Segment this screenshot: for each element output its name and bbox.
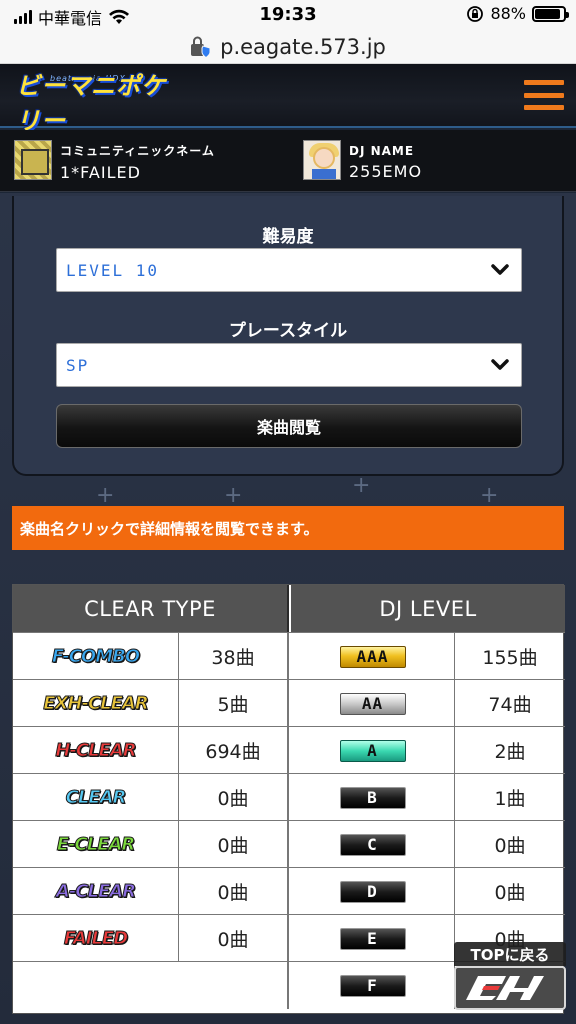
clear-type-cell: EXH-CLEAR — [13, 680, 179, 727]
url-text: p.eagate.573.jp — [220, 34, 386, 59]
dj-name-label: DJ NAME — [349, 143, 415, 158]
dj-level-badge: C — [339, 833, 406, 856]
notice-banner: 楽曲名クリックで詳細情報を閲覧できます。 — [12, 506, 564, 550]
dj-count-cell: 1曲 — [494, 788, 526, 810]
clear-count-cell: 0曲 — [179, 774, 289, 821]
dj-profile: DJ NAME 255EMO — [303, 140, 422, 184]
dj-count-cell: 0曲 — [494, 882, 526, 904]
clear-type-cell: CLEAR — [13, 774, 179, 821]
difficulty-value: LEVEL 10 — [66, 260, 160, 280]
clear-type-label: A-CLEAR — [55, 881, 136, 903]
site-logo[interactable]: beatmania IIDX 28 ビーマニポケリー — [16, 72, 184, 135]
dj-level-cell: A — [291, 727, 455, 774]
play-style-value: SP — [66, 355, 90, 375]
clear-type-header: CLEAR TYPE — [13, 585, 289, 632]
url-bar[interactable]: p.eagate.573.jp — [0, 30, 576, 64]
rotation-lock-icon — [467, 5, 484, 22]
dj-level-badge: AA — [339, 692, 406, 715]
clear-type-cell: F-COMBO — [13, 633, 179, 680]
table-row: E-CLEAR 0曲 C 0曲 — [13, 820, 565, 868]
community-profile: コミュニティニックネーム 1*FAILED — [14, 140, 215, 184]
dj-avatar — [303, 140, 341, 180]
community-value: 1*FAILED — [60, 163, 141, 182]
dj-count-cell: 0曲 — [494, 835, 526, 857]
dj-count-cell: 74曲 — [488, 694, 532, 716]
clear-count-cell: 38曲 — [179, 633, 289, 680]
back-to-top-button[interactable]: TOPに戻る — [454, 942, 566, 1010]
clear-type-label: FAILED — [63, 928, 128, 950]
dj-level-cell: D — [291, 868, 455, 915]
clear-type-cell: E-CLEAR — [13, 821, 179, 868]
filter-panel: 難易度 LEVEL 10 プレースタイル SP 楽曲閲覧 — [12, 196, 564, 476]
dj-level-cell: C — [291, 821, 455, 868]
clear-type-cell — [13, 962, 179, 1009]
status-bar: 中華電信 19:33 88% — [0, 0, 576, 30]
clear-type-label: CLEAR — [65, 787, 127, 809]
community-label: コミュニティニックネーム — [60, 144, 215, 158]
dj-level-header: DJ LEVEL — [291, 585, 565, 632]
play-style-select[interactable]: SP — [56, 343, 522, 387]
browse-songs-button[interactable]: 楽曲閲覧 — [56, 404, 522, 448]
table-row: H-CLEAR 694曲 A 2曲 — [13, 726, 565, 774]
clear-count-cell: 0曲 — [179, 868, 289, 915]
difficulty-label: 難易度 — [262, 227, 314, 247]
clear-type-label: E-CLEAR — [56, 834, 136, 856]
site-mark-icon — [454, 966, 566, 1010]
dj-level-cell: AAA — [291, 633, 455, 680]
clear-count-cell — [179, 962, 289, 1009]
dj-name-value: 255EMO — [349, 161, 423, 181]
dj-level-cell: F — [291, 962, 455, 1009]
clear-count-cell: 5曲 — [179, 680, 289, 727]
difficulty-select[interactable]: LEVEL 10 — [56, 248, 522, 292]
dj-count-cell: 155曲 — [482, 647, 538, 669]
battery-fill — [535, 8, 560, 19]
community-avatar — [14, 140, 52, 180]
chevron-down-icon — [491, 359, 509, 370]
table-row: EXH-CLEAR 5曲 AA 74曲 — [13, 679, 565, 727]
clear-count-cell: 0曲 — [179, 821, 289, 868]
status-right: 88% — [466, 4, 569, 23]
chevron-down-icon — [491, 264, 509, 275]
privacy-shield-icon — [191, 36, 211, 58]
play-style-label: プレースタイル — [228, 321, 348, 341]
profile-bar: コミュニティニックネーム 1*FAILED DJ NAME 255EMO — [0, 130, 576, 192]
logo-text: ビーマニポケリー — [16, 72, 166, 135]
table-row: F-COMBO 38曲 AAA 155曲 — [13, 632, 565, 680]
dj-level-cell: AA — [291, 680, 455, 727]
dj-level-cell: B — [291, 774, 455, 821]
dj-level-badge: E — [339, 927, 406, 950]
table-row: A-CLEAR 0曲 D 0曲 — [13, 867, 565, 915]
back-to-top-label: TOPに戻る — [454, 942, 566, 966]
dj-level-badge: A — [339, 739, 406, 762]
clear-type-label: F-COMBO — [51, 646, 140, 668]
dj-count-cell: 2曲 — [494, 741, 526, 763]
table-row: CLEAR 0曲 B 1曲 — [13, 773, 565, 821]
dj-level-badge: F — [339, 974, 406, 997]
hamburger-icon[interactable] — [524, 78, 564, 112]
clear-type-label: H-CLEAR — [55, 740, 137, 762]
clear-type-cell: H-CLEAR — [13, 727, 179, 774]
dj-level-badge: D — [339, 880, 406, 903]
battery-icon — [532, 5, 569, 22]
dj-level-badge: AAA — [339, 645, 406, 668]
dj-level-cell: E — [291, 915, 455, 962]
site-header: beatmania IIDX 28 ビーマニポケリー — [0, 64, 576, 135]
clear-type-cell: FAILED — [13, 915, 179, 962]
battery-percent: 88% — [490, 4, 526, 23]
clear-type-cell: A-CLEAR — [13, 868, 179, 915]
dj-level-badge: B — [339, 786, 406, 809]
clear-type-label: EXH-CLEAR — [43, 693, 149, 715]
clear-count-cell: 694曲 — [179, 727, 289, 774]
clear-count-cell: 0曲 — [179, 915, 289, 962]
